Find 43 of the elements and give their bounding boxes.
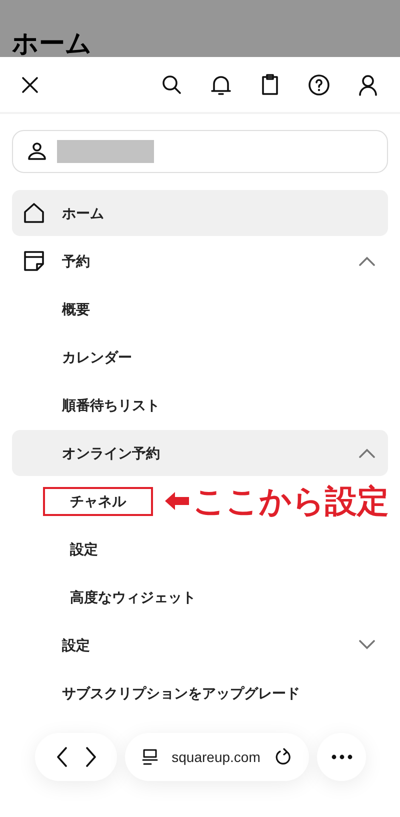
nav-label: 順番待ちリスト xyxy=(62,396,160,415)
page-title: ホーム xyxy=(12,28,92,57)
nav-item[interactable]: オンライン予約 xyxy=(12,430,388,476)
close-icon xyxy=(20,74,40,94)
calendar-icon xyxy=(22,249,46,273)
nav-item[interactable]: 概要 xyxy=(12,286,388,332)
nav-label: 設定 xyxy=(70,540,98,558)
forward-icon[interactable] xyxy=(84,746,98,768)
chevron-up-icon[interactable] xyxy=(358,448,376,458)
nav-label: 高度なウィジェット xyxy=(70,588,196,607)
search-icon xyxy=(160,72,184,96)
nav-label: サブスクリプションをアップグレード xyxy=(62,684,300,702)
nav-label: チャネル xyxy=(43,486,153,516)
more-icon xyxy=(330,754,352,760)
back-icon[interactable] xyxy=(54,746,68,768)
nav-item[interactable]: サブスクリプションをアップグレード xyxy=(12,670,388,716)
account-field[interactable] xyxy=(12,130,388,173)
nav-label: 設定 xyxy=(62,636,90,654)
more-button[interactable] xyxy=(317,733,366,781)
nav-item[interactable]: 設定 xyxy=(12,622,388,668)
help-icon xyxy=(307,72,331,96)
nav-item[interactable]: カレンダー xyxy=(12,334,388,380)
arrow-icon xyxy=(165,491,189,511)
nav-item[interactable]: 予約 xyxy=(12,238,388,284)
nav-label: カレンダー xyxy=(62,348,132,366)
nav-item[interactable]: 順番待ちリスト xyxy=(12,382,388,428)
chevron-down-icon[interactable] xyxy=(358,640,376,650)
nav-item[interactable]: ホーム xyxy=(12,190,388,236)
reload-icon xyxy=(273,747,293,767)
nav-label: 概要 xyxy=(62,300,90,318)
nav-item[interactable]: 設定 xyxy=(12,526,388,572)
reader-icon xyxy=(141,748,159,766)
nav-label: 予約 xyxy=(62,252,90,270)
nav-label: ホーム xyxy=(62,204,104,222)
house-icon xyxy=(22,201,46,225)
person-icon xyxy=(356,72,380,96)
nav-label: オンライン予約 xyxy=(62,444,160,462)
chevron-up-icon[interactable] xyxy=(358,256,376,266)
address-bar[interactable]: squareup.com xyxy=(125,733,309,781)
nav-item[interactable]: チャネル ここから設定 xyxy=(12,478,388,524)
nav-item[interactable]: 高度なウィジェット xyxy=(12,574,388,620)
url-text: squareup.com xyxy=(170,748,262,767)
annotation-text: ここから設定 xyxy=(193,485,389,517)
